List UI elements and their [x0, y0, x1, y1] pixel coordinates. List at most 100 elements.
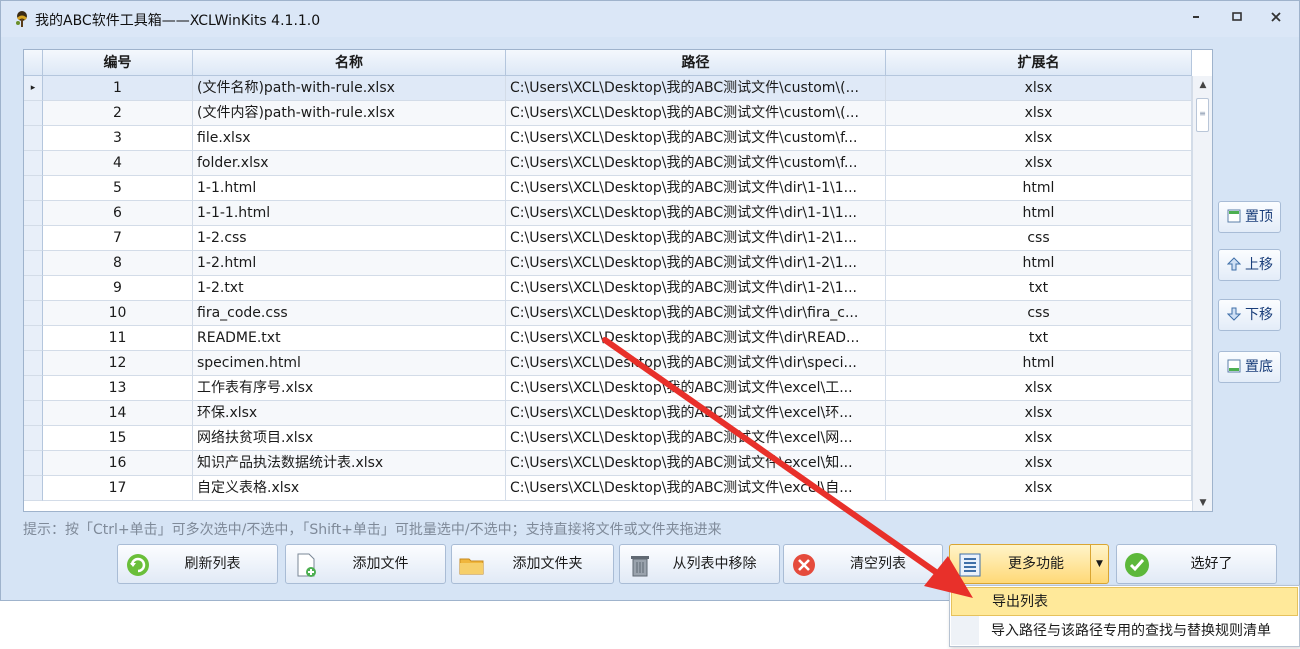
cell-path: C:\Users\XCL\Desktop\我的ABC测试文件\dir\1-2\1…: [506, 226, 886, 251]
scroll-down-icon[interactable]: ▼: [1193, 494, 1212, 511]
arrow-down-icon: [1226, 307, 1242, 321]
list-menu-icon: [959, 553, 981, 577]
table-row[interactable]: 4 folder.xlsx C:\Users\XCL\Desktop\我的ABC测试…: [24, 151, 1192, 176]
cell-extension: xlsx: [886, 126, 1192, 151]
table-row[interactable]: 17 自定义表格.xlsx C:\Users\XCL\Desktop\我的ABC测试…: [24, 476, 1192, 501]
cell-index: 10: [43, 301, 193, 326]
title-bar[interactable]: 我的ABC软件工具箱——XCLWinKits 4.1.1.0: [1, 1, 1299, 37]
row-selector: [24, 251, 43, 276]
refresh-list-button[interactable]: 刷新列表: [117, 544, 278, 584]
move-up-button[interactable]: 上移: [1218, 249, 1281, 281]
cell-extension: xlsx: [886, 476, 1192, 501]
cell-index: 17: [43, 476, 193, 501]
table-row[interactable]: 11 README.txt C:\Users\XCL\Desktop\我的ABC测试…: [24, 326, 1192, 351]
move-top-button[interactable]: 置顶: [1218, 201, 1281, 233]
move-bottom-label: 置底: [1245, 359, 1273, 375]
clear-icon: [793, 554, 815, 576]
row-selector: [24, 301, 43, 326]
table-row[interactable]: 16 知识产品执法数据统计表.xlsx C:\Users\XCL\Desktop\我…: [24, 451, 1192, 476]
menu-item-import-paths-rules[interactable]: 导入路径与该路径专用的查找与替换规则清单: [951, 617, 1298, 646]
column-header-extension[interactable]: 扩展名: [886, 50, 1192, 76]
table-row[interactable]: 12 specimen.html C:\Users\XCL\Desktop\我的AB…: [24, 351, 1192, 376]
cell-index: 1: [43, 76, 193, 101]
cell-index: 7: [43, 226, 193, 251]
minimize-icon: [1193, 16, 1199, 18]
remove-from-list-label: 从列表中移除: [672, 556, 757, 572]
menu-item-export-list[interactable]: 导出列表: [951, 587, 1298, 616]
hint-text: 提示：按「Ctrl+单击」可多次选中/不选中，「Shift+单击」可批量选中/不…: [23, 522, 722, 538]
cell-index: 13: [43, 376, 193, 401]
minimize-button[interactable]: [1181, 7, 1211, 31]
cell-index: 2: [43, 101, 193, 126]
move-bottom-button[interactable]: 置底: [1218, 351, 1281, 383]
add-folder-button[interactable]: 添加文件夹: [451, 544, 614, 584]
scroll-thumb[interactable]: ≡: [1196, 98, 1209, 132]
cell-name: 网络扶贫项目.xlsx: [193, 426, 506, 451]
cell-name: 工作表有序号.xlsx: [193, 376, 506, 401]
checkmark-icon: [1125, 553, 1149, 577]
maximize-button[interactable]: [1222, 7, 1252, 31]
cell-name: 1-2.css: [193, 226, 506, 251]
main-window: 我的ABC软件工具箱——XCLWinKits 4.1.1.0 编号 名称 路径 …: [0, 0, 1300, 601]
table-row[interactable]: 5 1-1.html C:\Users\XCL\Desktop\我的ABC测试文件\…: [24, 176, 1192, 201]
table-row[interactable]: 9 1-2.txt C:\Users\XCL\Desktop\我的ABC测试文件\d…: [24, 276, 1192, 301]
row-selector: [24, 101, 43, 126]
cell-name: (文件内容)path-with-rule.xlsx: [193, 101, 506, 126]
cell-index: 12: [43, 351, 193, 376]
scroll-up-icon[interactable]: ▲: [1193, 76, 1212, 94]
cell-name: fira_code.css: [193, 301, 506, 326]
cell-path: C:\Users\XCL\Desktop\我的ABC测试文件\custom\(.…: [506, 76, 886, 101]
window-title: 我的ABC软件工具箱——XCLWinKits 4.1.1.0: [35, 13, 321, 29]
remove-from-list-button[interactable]: 从列表中移除: [619, 544, 780, 584]
more-functions-button[interactable]: 更多功能 ▼: [949, 544, 1109, 584]
move-down-label: 下移: [1245, 307, 1273, 323]
done-button[interactable]: 选好了: [1116, 544, 1277, 584]
dropdown-chevron-icon[interactable]: ▼: [1090, 545, 1108, 583]
cell-path: C:\Users\XCL\Desktop\我的ABC测试文件\dir\1-1\1…: [506, 176, 886, 201]
move-top-icon: [1227, 209, 1241, 222]
cell-path: C:\Users\XCL\Desktop\我的ABC测试文件\dir\fira_…: [506, 301, 886, 326]
cell-extension: html: [886, 176, 1192, 201]
cell-path: C:\Users\XCL\Desktop\我的ABC测试文件\excel\知..…: [506, 451, 886, 476]
vertical-scrollbar[interactable]: ▲ ≡ ▼: [1192, 76, 1212, 511]
column-header-path[interactable]: 路径: [506, 50, 886, 76]
table-row[interactable]: 2 (文件内容)path-with-rule.xlsx C:\Users\XCL\D…: [24, 101, 1192, 126]
row-selector: [24, 426, 43, 451]
move-bottom-icon: [1227, 359, 1241, 372]
close-button[interactable]: [1261, 7, 1291, 31]
table-row[interactable]: 15 网络扶贫项目.xlsx C:\Users\XCL\Desktop\我的ABC测…: [24, 426, 1192, 451]
row-selector: [24, 151, 43, 176]
file-list-grid[interactable]: 编号 名称 路径 扩展名 ▸ 1 (文件名称)path-with-rule.xlsx…: [23, 49, 1213, 512]
row-selector: [24, 226, 43, 251]
cell-extension: xlsx: [886, 451, 1192, 476]
cell-name: 环保.xlsx: [193, 401, 506, 426]
cell-index: 15: [43, 426, 193, 451]
table-row[interactable]: 10 fira_code.css C:\Users\XCL\Desktop\我的AB…: [24, 301, 1192, 326]
table-row[interactable]: 6 1-1-1.html C:\Users\XCL\Desktop\我的ABC测试文…: [24, 201, 1192, 226]
table-row[interactable]: 3 file.xlsx C:\Users\XCL\Desktop\我的ABC测试文件…: [24, 126, 1192, 151]
row-selector-header: [24, 50, 43, 76]
selected-row-indicator-icon: ▸: [24, 76, 43, 101]
table-row[interactable]: 13 工作表有序号.xlsx C:\Users\XCL\Desktop\我的ABC测…: [24, 376, 1192, 401]
cell-path: C:\Users\XCL\Desktop\我的ABC测试文件\excel\环..…: [506, 401, 886, 426]
cell-path: C:\Users\XCL\Desktop\我的ABC测试文件\dir\speci…: [506, 351, 886, 376]
move-down-button[interactable]: 下移: [1218, 299, 1281, 331]
row-selector: [24, 176, 43, 201]
cell-path: C:\Users\XCL\Desktop\我的ABC测试文件\excel\自..…: [506, 476, 886, 501]
refresh-icon: [127, 554, 149, 576]
clear-list-label: 清空列表: [850, 556, 906, 572]
column-header-name[interactable]: 名称: [193, 50, 506, 76]
column-header-index[interactable]: 编号: [43, 50, 193, 76]
table-row[interactable]: 7 1-2.css C:\Users\XCL\Desktop\我的ABC测试文件\d…: [24, 226, 1192, 251]
cell-name: 1-1.html: [193, 176, 506, 201]
cell-extension: txt: [886, 326, 1192, 351]
row-selector: [24, 451, 43, 476]
table-row[interactable]: 8 1-2.html C:\Users\XCL\Desktop\我的ABC测试文件\…: [24, 251, 1192, 276]
cell-index: 11: [43, 326, 193, 351]
arrow-up-icon: [1226, 256, 1242, 270]
clear-list-button[interactable]: 清空列表: [783, 544, 943, 584]
table-row[interactable]: 14 环保.xlsx C:\Users\XCL\Desktop\我的ABC测试文件\…: [24, 401, 1192, 426]
cell-index: 14: [43, 401, 193, 426]
table-row[interactable]: ▸ 1 (文件名称)path-with-rule.xlsx C:\Users\XCL\…: [24, 76, 1192, 101]
add-file-button[interactable]: 添加文件: [285, 544, 446, 584]
